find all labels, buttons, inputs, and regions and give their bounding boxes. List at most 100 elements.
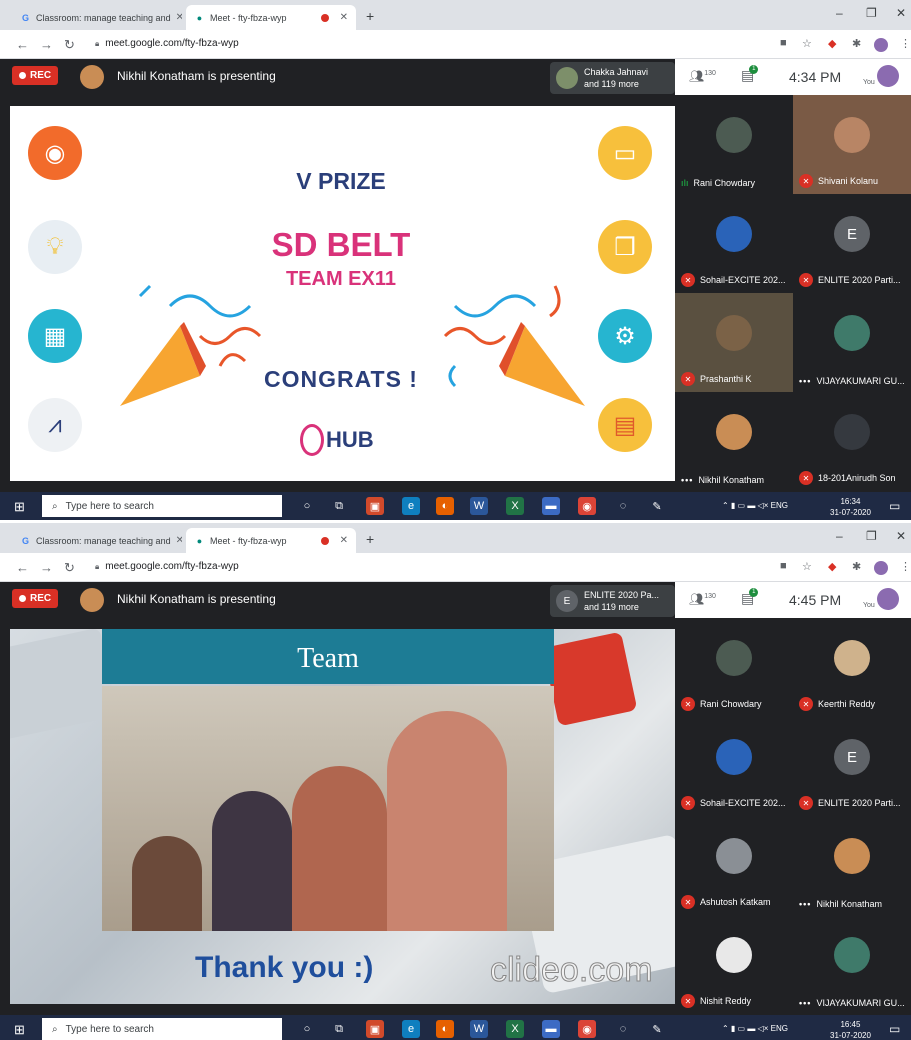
chrome-icon[interactable]: ◉ — [578, 1020, 596, 1038]
participant-name: ENLITE 2020 Parti... — [818, 275, 901, 285]
notification-icon[interactable]: ▭ — [889, 1022, 900, 1036]
participant-tile[interactable]: E ✕ ENLITE 2020 Parti... — [793, 194, 911, 293]
mic-off-icon: ✕ — [681, 895, 695, 909]
new-tab-icon[interactable]: + — [366, 531, 374, 547]
tab-classroom[interactable]: G Classroom: manage teaching and ✕ — [12, 528, 182, 553]
extension-icon[interactable]: ◆ — [828, 37, 836, 50]
reload-icon[interactable]: ↻ — [64, 37, 75, 53]
task-view-icon[interactable]: ⧉ — [330, 1020, 348, 1038]
taskbar-clock[interactable]: 16:34 31-07-2020 — [830, 496, 871, 518]
active-speaker-chip[interactable]: E ENLITE 2020 Pa... and 119 more — [550, 585, 675, 617]
firefox-icon[interactable]: ◐ — [436, 1020, 454, 1038]
participant-tile[interactable]: ✕ Ashutosh Katkam — [675, 816, 793, 915]
taskbar-clock[interactable]: 16:45 31-07-2020 — [830, 1019, 871, 1040]
people-button[interactable]: 👥︎130 — [689, 592, 716, 606]
people-button[interactable]: 👥︎130 — [689, 69, 716, 83]
office-icon[interactable]: ▣ — [366, 497, 384, 515]
forward-icon[interactable]: → — [40, 560, 53, 575]
self-avatar[interactable] — [877, 588, 899, 610]
participant-tile[interactable]: ••• VIJAYAKUMARI GU... — [793, 293, 911, 392]
chrome-icon[interactable]: ◉ — [578, 497, 596, 515]
reload-icon[interactable]: ↻ — [64, 560, 75, 576]
participant-tile[interactable]: ✕ 18-201Anirudh Son — [793, 392, 911, 491]
cortana-icon[interactable]: ○ — [298, 1020, 316, 1038]
restore-icon[interactable]: ❐ — [866, 529, 877, 543]
menu-icon[interactable]: ⋮ — [900, 37, 911, 50]
profile-icon[interactable] — [874, 561, 888, 575]
participant-avatar — [834, 414, 870, 450]
close-icon[interactable]: ✕ — [340, 12, 348, 23]
forward-icon[interactable]: → — [40, 37, 53, 52]
system-tray[interactable]: ⌃ ▮ ▭ ▬ ◁× ENG — [722, 1024, 788, 1033]
participant-tile[interactable]: ✕ Rani Chowdary — [675, 618, 793, 717]
meet-clock: 4:34 PM — [789, 69, 842, 85]
office-icon[interactable]: ▣ — [366, 1020, 384, 1038]
hub-logo: HUB — [300, 424, 390, 456]
paint-icon[interactable]: ✎ — [648, 497, 666, 515]
windows-start-icon[interactable]: ⊞ — [14, 1022, 25, 1038]
paint-icon[interactable]: ✎ — [648, 1020, 666, 1038]
app-icon[interactable]: ◌ — [614, 497, 632, 515]
notification-icon[interactable]: ▭ — [889, 499, 900, 513]
windows-start-icon[interactable]: ⊞ — [14, 499, 25, 515]
participant-tile[interactable]: ✕ Prashanthi K — [675, 293, 793, 392]
close-window-icon[interactable]: ✕ — [896, 529, 906, 543]
recording-icon — [320, 536, 329, 545]
tab-meet[interactable]: ● Meet - fty-fbza-wyp ✕ — [186, 528, 356, 553]
participant-tile[interactable]: ••• Nikhil Konatham — [793, 816, 911, 915]
menu-icon[interactable]: ⋮ — [900, 560, 911, 573]
close-icon[interactable]: ✕ — [176, 12, 182, 23]
restore-icon[interactable]: ❐ — [866, 6, 877, 20]
puzzle-icon[interactable]: ✱ — [852, 560, 861, 573]
minimize-icon[interactable]: – — [836, 529, 843, 543]
explorer-icon[interactable]: ▬ — [542, 497, 560, 515]
self-avatar[interactable] — [877, 65, 899, 87]
back-icon[interactable]: ← — [16, 560, 29, 575]
new-tab-icon[interactable]: + — [366, 8, 374, 24]
camera-icon[interactable]: ■ — [780, 37, 787, 49]
system-tray[interactable]: ⌃ ▮ ▭ ▬ ◁× ENG — [722, 501, 788, 510]
participant-tile[interactable]: ••• Nikhil Konatham — [675, 392, 793, 491]
minimize-icon[interactable]: – — [836, 6, 843, 20]
star-icon[interactable]: ☆ — [802, 560, 812, 573]
back-icon[interactable]: ← — [16, 37, 29, 52]
participant-tile[interactable]: ✕ Shivani Kolanu — [793, 95, 911, 194]
participant-tile[interactable]: ✕ Sohail-EXCITE 202... — [675, 194, 793, 293]
taskbar-search[interactable]: ⌕ Type here to search — [42, 1018, 282, 1040]
taskbar-search[interactable]: ⌕ Type here to search — [42, 495, 282, 517]
edge-icon[interactable]: e — [402, 497, 420, 515]
profile-icon[interactable] — [874, 38, 888, 52]
close-window-icon[interactable]: ✕ — [896, 6, 906, 20]
participant-tile[interactable]: ✕ Keerthi Reddy — [793, 618, 911, 717]
camera-icon[interactable]: ■ — [780, 560, 787, 572]
tab-classroom[interactable]: G Classroom: manage teaching and ✕ — [12, 5, 182, 30]
edge-icon[interactable]: e — [402, 1020, 420, 1038]
excel-icon[interactable]: X — [506, 497, 524, 515]
participant-name: Sohail-EXCITE 202... — [700, 275, 786, 285]
participant-tile[interactable]: ılı Rani Chowdary — [675, 95, 793, 194]
participant-tile[interactable]: ✕ Nishit Reddy — [675, 915, 793, 1014]
cortana-icon[interactable]: ○ — [298, 497, 316, 515]
firefox-icon[interactable]: ◐ — [436, 497, 454, 515]
app-icon[interactable]: ◌ — [614, 1020, 632, 1038]
task-view-icon[interactable]: ⧉ — [330, 497, 348, 515]
active-speaker-chip[interactable]: Chakka Jahnavi and 119 more — [550, 62, 675, 94]
explorer-icon[interactable]: ▬ — [542, 1020, 560, 1038]
language-label: ENG — [770, 1024, 788, 1033]
participant-tile[interactable]: ✕ Sohail-EXCITE 202... — [675, 717, 793, 816]
star-icon[interactable]: ☆ — [802, 37, 812, 50]
chat-button[interactable]: ▤ 1 — [741, 65, 759, 84]
word-icon[interactable]: W — [470, 497, 488, 515]
word-icon[interactable]: W — [470, 1020, 488, 1038]
url-field[interactable]: 🔒︎ meet.google.com/fty-fbza-wyp — [95, 38, 239, 49]
extension-icon[interactable]: ◆ — [828, 560, 836, 573]
url-field[interactable]: 🔒︎ meet.google.com/fty-fbza-wyp — [95, 561, 239, 572]
close-icon[interactable]: ✕ — [340, 535, 348, 546]
participant-tile[interactable]: E ✕ ENLITE 2020 Parti... — [793, 717, 911, 816]
close-icon[interactable]: ✕ — [176, 535, 182, 546]
puzzle-icon[interactable]: ✱ — [852, 37, 861, 50]
participant-tile[interactable]: ••• VIJAYAKUMARI GU... — [793, 915, 911, 1014]
excel-icon[interactable]: X — [506, 1020, 524, 1038]
chat-button[interactable]: ▤ 1 — [741, 588, 759, 607]
tab-meet[interactable]: ● Meet - fty-fbza-wyp ✕ — [186, 5, 356, 30]
